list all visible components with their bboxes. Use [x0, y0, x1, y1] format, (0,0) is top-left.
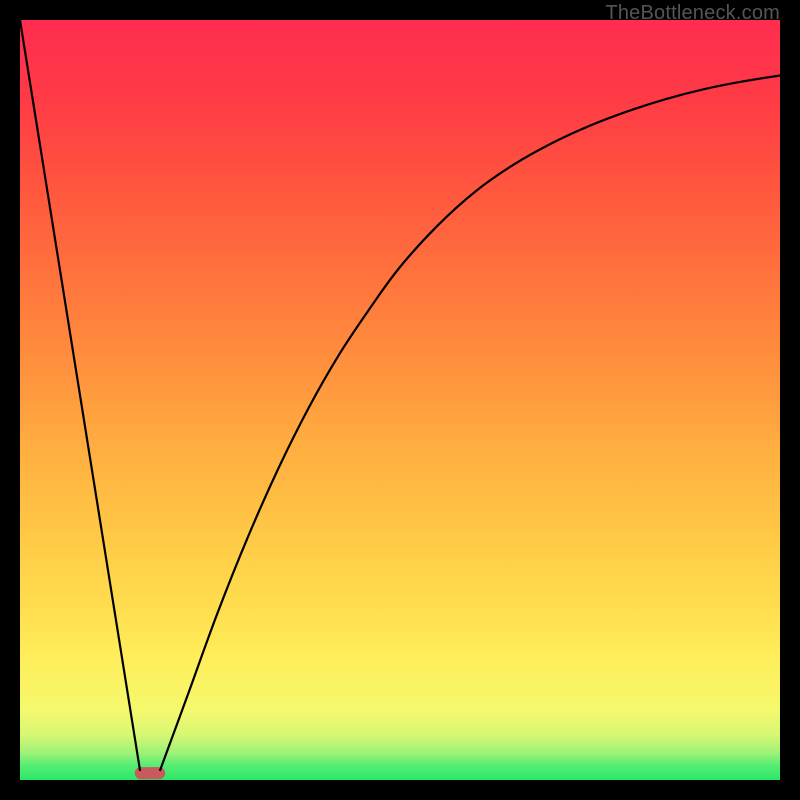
left-line-curve — [20, 20, 140, 771]
plot-area — [20, 20, 780, 780]
chart-frame: TheBottleneck.com — [0, 0, 800, 800]
right-curve — [160, 75, 780, 770]
chart-svg — [20, 20, 780, 780]
watermark-text: TheBottleneck.com — [605, 2, 780, 25]
